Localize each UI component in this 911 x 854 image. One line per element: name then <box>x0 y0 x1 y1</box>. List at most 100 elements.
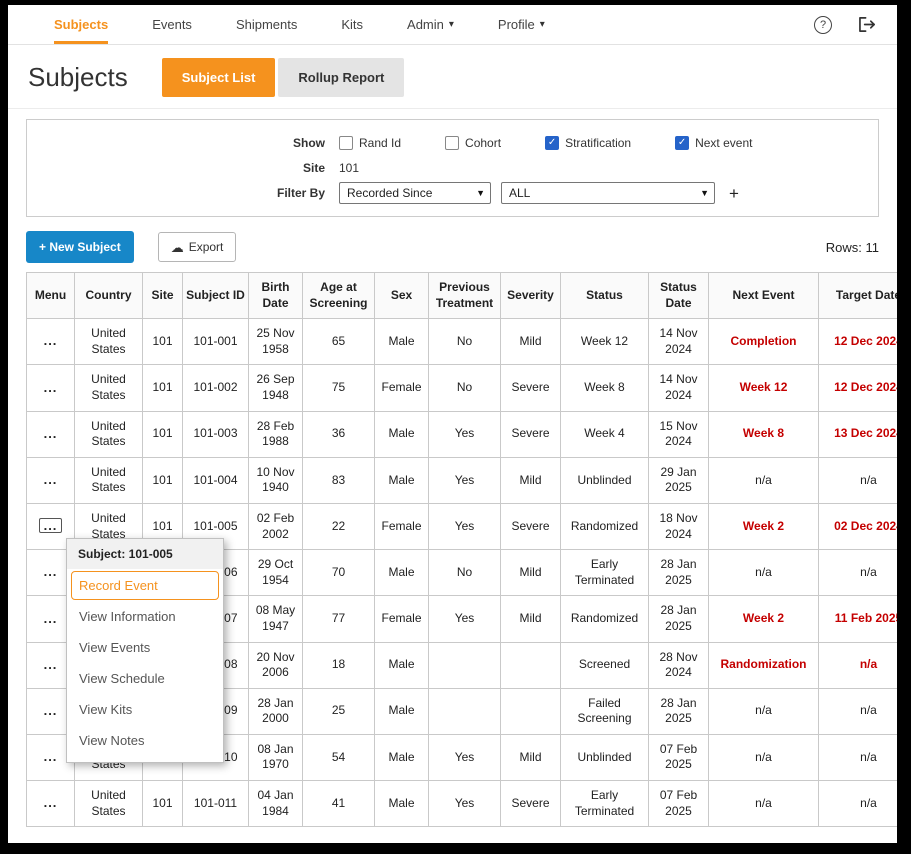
stratification-checkbox[interactable]: ✓ <box>545 136 559 150</box>
cell-age: 18 <box>303 642 375 688</box>
nav-item-admin[interactable]: Admin ▾ <box>407 5 454 44</box>
cell-target-date: n/a <box>819 781 898 827</box>
table-toolbar: + New Subject ☁ Export Rows: 11 <box>26 231 879 263</box>
row-menu-button[interactable]: ... <box>39 333 63 348</box>
cell-status: Early Terminated <box>561 550 649 596</box>
site-label: Site <box>39 161 339 175</box>
filter-value-select[interactable]: ALL ▼ <box>501 182 715 204</box>
cell-menu: ... <box>27 781 75 827</box>
cell-severity: Mild <box>501 596 561 642</box>
cell-age: 41 <box>303 781 375 827</box>
menu-item-view-notes[interactable]: View Notes <box>71 726 219 755</box>
row-menu-button[interactable]: ... <box>39 564 63 579</box>
cell-status-date: 18 Nov 2024 <box>649 503 709 549</box>
cell-birth-date: 20 Nov 2006 <box>249 642 303 688</box>
row-menu-button[interactable]: ... <box>39 703 63 718</box>
logout-icon[interactable] <box>858 16 877 33</box>
cell-subject-id: 101-011 <box>183 781 249 827</box>
cell-next-event: Week 8 <box>709 411 819 457</box>
row-menu-button[interactable]: ... <box>39 426 63 441</box>
site-value: 101 <box>339 161 359 175</box>
next-event-label: Next event <box>695 136 752 150</box>
checkbox-next-event[interactable]: ✓ Next event <box>675 136 752 150</box>
cell-site: 101 <box>143 365 183 411</box>
column-header-subject-id: Subject ID <box>183 273 249 319</box>
row-menu-button[interactable]: ... <box>39 749 63 764</box>
filter-by-label: Filter By <box>39 186 339 200</box>
row-menu-button[interactable]: ... <box>39 611 63 626</box>
cell-target-date: 11 Feb 2025 <box>819 596 898 642</box>
cell-status-date: 28 Jan 2025 <box>649 550 709 596</box>
filter-panel: Show Rand Id Cohort ✓ Stratification ✓ N… <box>26 119 879 217</box>
menu-item-view-schedule[interactable]: View Schedule <box>71 664 219 693</box>
app-window: Subjects Events Shipments Kits Admin ▾ P… <box>8 5 897 843</box>
nav-right-icons: ? <box>814 5 877 44</box>
nav-item-shipments[interactable]: Shipments <box>236 5 297 44</box>
next-event-checkbox[interactable]: ✓ <box>675 136 689 150</box>
menu-item-record-event[interactable]: Record Event <box>71 571 219 600</box>
cohort-checkbox[interactable] <box>445 136 459 150</box>
row-menu-button[interactable]: ... <box>39 657 63 672</box>
column-header-status: Status <box>561 273 649 319</box>
checkbox-rand-id[interactable]: Rand Id <box>339 136 401 150</box>
cell-country: United States <box>75 457 143 503</box>
show-label: Show <box>39 136 339 150</box>
cell-status-date: 07 Feb 2025 <box>649 781 709 827</box>
cell-birth-date: 26 Sep 1948 <box>249 365 303 411</box>
cell-menu: ... <box>27 365 75 411</box>
cell-prev-treatment: Yes <box>429 596 501 642</box>
new-subject-button[interactable]: + New Subject <box>26 231 134 263</box>
cell-status-date: 14 Nov 2024 <box>649 319 709 365</box>
cell-birth-date: 10 Nov 1940 <box>249 457 303 503</box>
column-header-sex: Sex <box>375 273 429 319</box>
add-filter-button[interactable]: + <box>729 185 739 202</box>
cell-severity <box>501 642 561 688</box>
cohort-label: Cohort <box>465 136 501 150</box>
cell-severity: Severe <box>501 781 561 827</box>
cell-status: Week 12 <box>561 319 649 365</box>
row-menu-button[interactable]: ... <box>39 795 63 810</box>
export-button[interactable]: ☁ Export <box>158 232 237 262</box>
cell-sex: Male <box>375 642 429 688</box>
row-menu-button[interactable]: ... <box>39 380 63 395</box>
cell-next-event: n/a <box>709 550 819 596</box>
row-menu-button[interactable]: ... <box>39 518 63 533</box>
menu-item-view-information[interactable]: View Information <box>71 602 219 631</box>
checkbox-stratification[interactable]: ✓ Stratification <box>545 136 631 150</box>
nav-item-events[interactable]: Events <box>152 5 192 44</box>
cell-status-date: 15 Nov 2024 <box>649 411 709 457</box>
cell-prev-treatment: Yes <box>429 457 501 503</box>
cell-sex: Female <box>375 365 429 411</box>
menu-item-view-kits[interactable]: View Kits <box>71 695 219 724</box>
cell-menu: ... <box>27 319 75 365</box>
cell-status-date: 29 Jan 2025 <box>649 457 709 503</box>
cell-sex: Female <box>375 596 429 642</box>
cell-severity: Mild <box>501 319 561 365</box>
menu-item-view-events[interactable]: View Events <box>71 633 219 662</box>
cell-birth-date: 04 Jan 1984 <box>249 781 303 827</box>
row-menu-button[interactable]: ... <box>39 472 63 487</box>
chevron-down-icon: ▾ <box>540 19 545 30</box>
nav-item-profile[interactable]: Profile ▾ <box>498 5 545 44</box>
cell-subject-id: 101-003 <box>183 411 249 457</box>
tab-rollup-report[interactable]: Rollup Report <box>278 58 404 97</box>
cell-age: 36 <box>303 411 375 457</box>
cell-subject-id: 101-001 <box>183 319 249 365</box>
nav-item-kits[interactable]: Kits <box>341 5 363 44</box>
cell-status: Screened <box>561 642 649 688</box>
filter-type-select[interactable]: Recorded Since ▼ <box>339 182 491 204</box>
nav-item-subjects[interactable]: Subjects <box>54 5 108 44</box>
rand-id-checkbox[interactable] <box>339 136 353 150</box>
cell-prev-treatment: Yes <box>429 411 501 457</box>
checkbox-cohort[interactable]: Cohort <box>445 136 501 150</box>
column-header-site: Site <box>143 273 183 319</box>
top-navigation: Subjects Events Shipments Kits Admin ▾ P… <box>8 5 897 45</box>
cell-age: 25 <box>303 688 375 734</box>
filter-row-site: Site 101 <box>39 157 866 179</box>
tab-subject-list[interactable]: Subject List <box>162 58 276 97</box>
cell-site: 101 <box>143 457 183 503</box>
help-icon[interactable]: ? <box>814 16 832 34</box>
column-header-birth-date: Birth Date <box>249 273 303 319</box>
column-header-menu: Menu <box>27 273 75 319</box>
cell-age: 70 <box>303 550 375 596</box>
